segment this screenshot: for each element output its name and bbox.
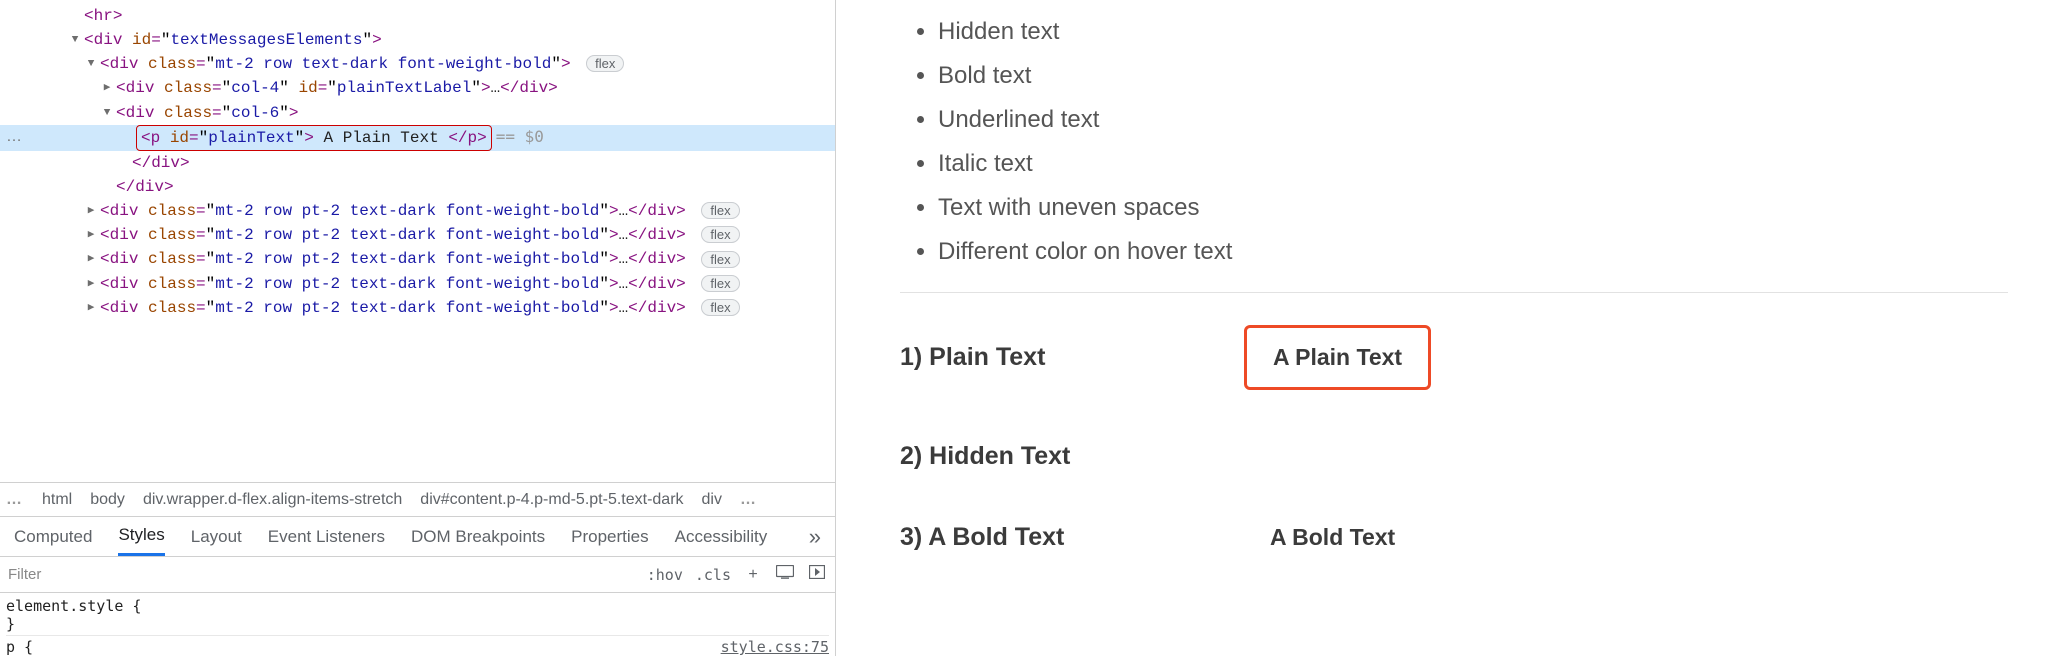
breadcrumb[interactable]: … html body div.wrapper.d-flex.align-ite…	[0, 482, 835, 516]
rule-selector[interactable]: element.style {	[6, 597, 141, 615]
row-label: 3) A Bold Text	[900, 523, 1270, 552]
dom-node-row[interactable]: ▼<div class="mt-2 row text-dark font-wei…	[0, 52, 835, 76]
tab-properties[interactable]: Properties	[571, 519, 648, 555]
tab-styles[interactable]: Styles	[118, 517, 164, 556]
dom-node-collapsed[interactable]: ▶<div class="mt-2 row pt-2 text-dark fon…	[0, 296, 835, 320]
device-frame-icon[interactable]	[775, 565, 795, 584]
flex-badge[interactable]: flex	[701, 226, 739, 243]
row-plain-text: 1) Plain Text A Plain Text	[900, 325, 2008, 390]
row-bold-text: 3) A Bold Text A Bold Text	[900, 523, 2008, 552]
tabs-overflow-icon[interactable]: »	[809, 524, 821, 550]
breadcrumb-item[interactable]: div	[702, 491, 722, 509]
collapse-arrow-icon[interactable]: ▶	[84, 223, 98, 247]
row-label: 2) Hidden Text	[900, 442, 1270, 471]
filter-input[interactable]: Filter	[8, 566, 635, 583]
divider	[900, 292, 2008, 293]
dom-node-selected[interactable]: <p id="plainText"> A Plain Text </p>== $…	[0, 125, 835, 151]
dom-node-close[interactable]: </div>	[0, 151, 835, 175]
flex-badge[interactable]: flex	[701, 275, 739, 292]
dom-node-collapsed[interactable]: ▶<div class="mt-2 row pt-2 text-dark fon…	[0, 272, 835, 296]
tab-event-listeners[interactable]: Event Listeners	[268, 519, 385, 555]
tab-dom-breakpoints[interactable]: DOM Breakpoints	[411, 519, 545, 555]
flex-badge[interactable]: flex	[586, 55, 624, 72]
tab-computed[interactable]: Computed	[14, 519, 92, 555]
list-item: Bold text	[938, 54, 2008, 98]
devtools-panel: <hr> ▼<div id="textMessagesElements"> ▼<…	[0, 0, 836, 656]
hov-toggle[interactable]: :hov	[647, 566, 683, 584]
tab-layout[interactable]: Layout	[191, 519, 242, 555]
row-value-highlighted: A Plain Text	[1244, 325, 1431, 390]
dom-node-collapsed[interactable]: ▶<div class="mt-2 row pt-2 text-dark fon…	[0, 199, 835, 223]
rule-selector[interactable]: p {	[6, 638, 33, 656]
breadcrumb-overflow-icon[interactable]: …	[6, 491, 24, 509]
breadcrumb-item[interactable]: html	[42, 491, 72, 509]
cls-toggle[interactable]: .cls	[695, 566, 731, 584]
dom-node-col6[interactable]: ▼<div class="col-6">	[0, 101, 835, 125]
dom-node-hr[interactable]: <hr>	[0, 4, 835, 28]
list-item: Italic text	[938, 142, 2008, 186]
collapse-arrow-icon[interactable]: ▶	[100, 76, 114, 100]
flex-badge[interactable]: flex	[701, 251, 739, 268]
row-value: A Bold Text	[1270, 524, 1395, 551]
dom-node-textmessages[interactable]: ▼<div id="textMessagesElements">	[0, 28, 835, 52]
dom-node-close[interactable]: </div>	[0, 175, 835, 199]
list-item: Underlined text	[938, 98, 2008, 142]
breadcrumb-overflow-icon[interactable]: …	[740, 491, 758, 509]
collapse-arrow-icon[interactable]: ▶	[84, 272, 98, 296]
list-item: Text with uneven spaces	[938, 186, 2008, 230]
breadcrumb-item[interactable]: div.wrapper.d-flex.align-items-stretch	[143, 491, 402, 509]
tab-accessibility[interactable]: Accessibility	[675, 519, 768, 555]
flex-badge[interactable]: flex	[701, 299, 739, 316]
dom-node-plainlabel[interactable]: ▶<div class="col-4" id="plainTextLabel">…	[0, 76, 835, 100]
text-types-list: Hidden text Bold text Underlined text It…	[938, 10, 2008, 274]
collapse-arrow-icon[interactable]: ▶	[84, 296, 98, 320]
dom-node-collapsed[interactable]: ▶<div class="mt-2 row pt-2 text-dark fon…	[0, 223, 835, 247]
styles-tabs: Computed Styles Layout Event Listeners D…	[0, 516, 835, 556]
breadcrumb-item[interactable]: div#content.p-4.p-md-5.pt-5.text-dark	[420, 491, 683, 509]
expand-arrow-icon[interactable]: ▼	[68, 28, 82, 52]
row-label: 1) Plain Text	[900, 343, 1270, 372]
expand-arrow-icon[interactable]: ▼	[100, 101, 114, 125]
list-item: Different color on hover text	[938, 230, 2008, 274]
row-hidden-text: 2) Hidden Text	[900, 442, 2008, 471]
styles-rules[interactable]: element.style { } p { style.css:75	[0, 592, 835, 656]
collapse-arrow-icon[interactable]: ▶	[84, 247, 98, 271]
styles-filter-bar: Filter :hov .cls +	[0, 556, 835, 592]
new-style-rule-icon[interactable]: +	[743, 566, 763, 584]
expand-arrow-icon[interactable]: ▼	[84, 52, 98, 76]
breadcrumb-item[interactable]: body	[90, 491, 125, 509]
dom-node-collapsed[interactable]: ▶<div class="mt-2 row pt-2 text-dark fon…	[0, 247, 835, 271]
flex-badge[interactable]: flex	[701, 202, 739, 219]
dom-tree[interactable]: <hr> ▼<div id="textMessagesElements"> ▼<…	[0, 0, 835, 482]
toggle-sidebar-icon[interactable]	[807, 565, 827, 584]
rule-close: }	[6, 615, 15, 633]
list-item: Hidden text	[938, 10, 2008, 54]
collapse-arrow-icon[interactable]: ▶	[84, 199, 98, 223]
page-preview: Hidden text Bold text Underlined text It…	[836, 0, 2048, 656]
stylesheet-link[interactable]: style.css:75	[721, 638, 829, 656]
